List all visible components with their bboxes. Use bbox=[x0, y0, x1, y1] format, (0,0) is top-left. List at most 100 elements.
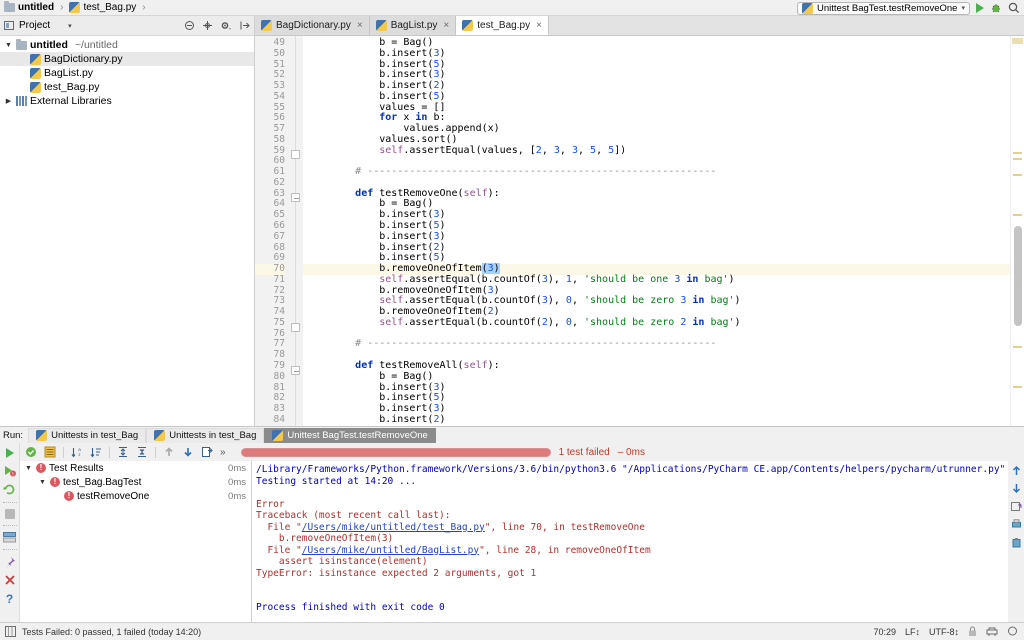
soft-wrap-icon[interactable] bbox=[1010, 501, 1022, 512]
breadcrumb-item-file[interactable]: test_Bag.py bbox=[83, 2, 136, 13]
fold-marker-4[interactable] bbox=[291, 366, 300, 375]
editor-tab[interactable]: test_Bag.py × bbox=[456, 16, 549, 35]
more-actions-icon[interactable]: » bbox=[220, 447, 226, 458]
scroll-up-icon[interactable] bbox=[1011, 465, 1022, 476]
code-text[interactable]: b = Bag() b.insert(3) b.insert(5) b.inse… bbox=[303, 36, 1010, 426]
sort-alpha-icon[interactable]: a z bbox=[71, 446, 83, 458]
search-icon[interactable] bbox=[1008, 2, 1020, 14]
library-icon bbox=[16, 96, 27, 106]
code-line[interactable]: b.insert(3) bbox=[303, 231, 1010, 243]
hide-pane-icon[interactable] bbox=[239, 20, 250, 31]
close-icon[interactable]: × bbox=[443, 20, 449, 31]
run-configuration-selector[interactable]: Unittest BagTest.testRemoveOne ▾ bbox=[797, 1, 970, 15]
console-icon[interactable] bbox=[3, 532, 16, 543]
fold-marker-1[interactable] bbox=[291, 150, 300, 159]
close-icon[interactable]: × bbox=[536, 20, 542, 31]
project-tree-item-path: ~/untitled bbox=[74, 39, 118, 51]
project-tree[interactable]: ▼ untitled ~/untitled BagDictionary.py BagLi… bbox=[0, 36, 254, 426]
project-tree-item[interactable]: ▶ External Libraries bbox=[0, 94, 254, 108]
fold-marker-2[interactable] bbox=[291, 193, 300, 202]
collapse-all-icon[interactable] bbox=[184, 20, 195, 31]
fold-gutter[interactable] bbox=[289, 36, 303, 426]
console-file-link[interactable]: /Users/mike/untitled/BagList.py bbox=[302, 545, 479, 556]
print-icon[interactable] bbox=[1011, 519, 1022, 530]
editor-scrollbar-thumb[interactable] bbox=[1014, 226, 1022, 326]
code-line[interactable]: b = Bag() bbox=[303, 371, 1010, 383]
tree-twisty[interactable]: ▶ bbox=[4, 97, 13, 105]
export-icon[interactable] bbox=[201, 446, 213, 458]
status-bar-right: 70:29 LF↕ UTF-8↕ bbox=[873, 626, 1018, 637]
prev-failed-icon[interactable] bbox=[163, 446, 175, 458]
project-tree-item[interactable]: BagList.py bbox=[0, 66, 254, 80]
console-file-link[interactable]: /Users/mike/untitled/test_Bag.py bbox=[302, 522, 485, 533]
fold-marker-3[interactable] bbox=[291, 323, 300, 332]
project-tree-item[interactable]: test_Bag.py bbox=[0, 80, 254, 94]
code-line[interactable]: # --------------------------------------… bbox=[303, 166, 1010, 178]
editor-pane: BagDictionary.py × BagList.py × test_Bag.py ×… bbox=[255, 16, 1024, 426]
test-tree-item[interactable]: ▼! Test Results 0ms bbox=[20, 461, 251, 475]
project-tree-item[interactable]: BagDictionary.py bbox=[0, 52, 254, 66]
project-tree-item-label: External Libraries bbox=[30, 95, 112, 107]
console-line[interactable]: File "/Users/mike/untitled/test_Bag.py",… bbox=[256, 522, 1008, 534]
next-failed-icon[interactable] bbox=[182, 446, 194, 458]
code-line[interactable]: self.assertEqual(b.countOf(3), 1, 'shoul… bbox=[303, 274, 1010, 286]
clear-all-icon[interactable] bbox=[1011, 537, 1022, 548]
code-line[interactable]: self.assertEqual(values, [2, 3, 3, 5, 5]… bbox=[303, 145, 1010, 157]
editor-tab[interactable]: BagDictionary.py × bbox=[255, 16, 370, 35]
locate-icon[interactable] bbox=[202, 20, 213, 31]
event-log-icon[interactable] bbox=[5, 626, 16, 637]
file-encoding[interactable]: UTF-8↕ bbox=[929, 627, 959, 637]
collapse-all-icon[interactable] bbox=[136, 446, 148, 458]
console-line[interactable]: File "/Users/mike/untitled/BagList.py", … bbox=[256, 545, 1008, 557]
code-line[interactable]: b.insert(5) bbox=[303, 91, 1010, 103]
editor-marker-bar[interactable] bbox=[1010, 36, 1024, 426]
project-tree-item-label: test_Bag.py bbox=[44, 81, 100, 93]
run-icon[interactable] bbox=[976, 3, 984, 13]
run-tab-label: Unittests in test_Bag bbox=[51, 430, 139, 441]
status-bar: Tests Failed: 0 passed, 1 failed (today … bbox=[0, 622, 1024, 640]
gear-icon[interactable] bbox=[220, 20, 232, 31]
run-tab[interactable]: Unittests in test_Bag bbox=[146, 427, 265, 443]
close-icon[interactable] bbox=[4, 574, 16, 586]
code-line[interactable]: self.assertEqual(b.countOf(2), 0, 'shoul… bbox=[303, 317, 1010, 329]
run-tab-label: Unittest BagTest.testRemoveOne bbox=[287, 430, 428, 441]
python-file-icon bbox=[154, 430, 166, 441]
lock-icon[interactable] bbox=[968, 626, 977, 637]
line-separator[interactable]: LF↕ bbox=[905, 627, 920, 637]
help-icon[interactable]: ? bbox=[6, 592, 13, 606]
code-line[interactable]: b.insert(2) bbox=[303, 414, 1010, 426]
rerun-icon[interactable] bbox=[3, 483, 16, 496]
test-tree-item[interactable]: ! testRemoveOne 0ms bbox=[20, 489, 251, 503]
code-line[interactable]: b.insert(3) bbox=[303, 48, 1010, 60]
console-output[interactable]: /Library/Frameworks/Python.framework/Ver… bbox=[252, 461, 1008, 622]
tree-twisty[interactable]: ▼ bbox=[38, 479, 47, 486]
stop-icon[interactable] bbox=[4, 509, 15, 519]
pin-icon[interactable] bbox=[4, 556, 16, 568]
test-results-tree[interactable]: ▼! Test Results 0ms ▼! test_Bag.BagTest 0ms! t… bbox=[20, 461, 252, 622]
run-tool-window: Run: Unittests in test_Bag Unittests in t… bbox=[0, 426, 1024, 622]
tree-twisty[interactable]: ▼ bbox=[4, 42, 13, 49]
run-tab[interactable]: Unittest BagTest.testRemoveOne bbox=[264, 427, 436, 443]
python-file-icon bbox=[30, 81, 41, 93]
scroll-down-icon[interactable] bbox=[1011, 483, 1022, 494]
debug-icon[interactable] bbox=[990, 2, 1002, 14]
editor-tab[interactable]: BagList.py × bbox=[369, 16, 457, 35]
close-icon[interactable]: × bbox=[357, 20, 363, 31]
project-tree-item[interactable]: ▼ untitled ~/untitled bbox=[0, 38, 254, 52]
inspection-icon[interactable] bbox=[1007, 626, 1018, 637]
expand-all-icon[interactable] bbox=[117, 446, 129, 458]
caret-position[interactable]: 70:29 bbox=[873, 627, 896, 637]
run-icon[interactable] bbox=[5, 448, 14, 458]
expand-icon[interactable] bbox=[44, 446, 56, 458]
tree-twisty[interactable]: ▼ bbox=[24, 465, 33, 472]
run-tab[interactable]: Unittests in test_Bag bbox=[28, 427, 147, 443]
vcs-icon[interactable] bbox=[986, 626, 998, 637]
chevron-down-icon[interactable]: ▾ bbox=[68, 22, 72, 30]
code-line[interactable]: # --------------------------------------… bbox=[303, 339, 1010, 350]
code-editor[interactable]: 49 50 51 52 53 54 55 56 57 58 59 60 61 62 63 64 65 66 67 68… bbox=[255, 36, 1024, 426]
test-tree-item[interactable]: ▼! test_Bag.BagTest 0ms bbox=[20, 475, 251, 489]
breadcrumb-item-project[interactable]: untitled bbox=[18, 2, 54, 13]
rerun-failed-icon[interactable]: ! bbox=[3, 464, 16, 477]
show-passed-icon[interactable] bbox=[25, 446, 37, 458]
sort-duration-icon[interactable] bbox=[90, 446, 102, 458]
